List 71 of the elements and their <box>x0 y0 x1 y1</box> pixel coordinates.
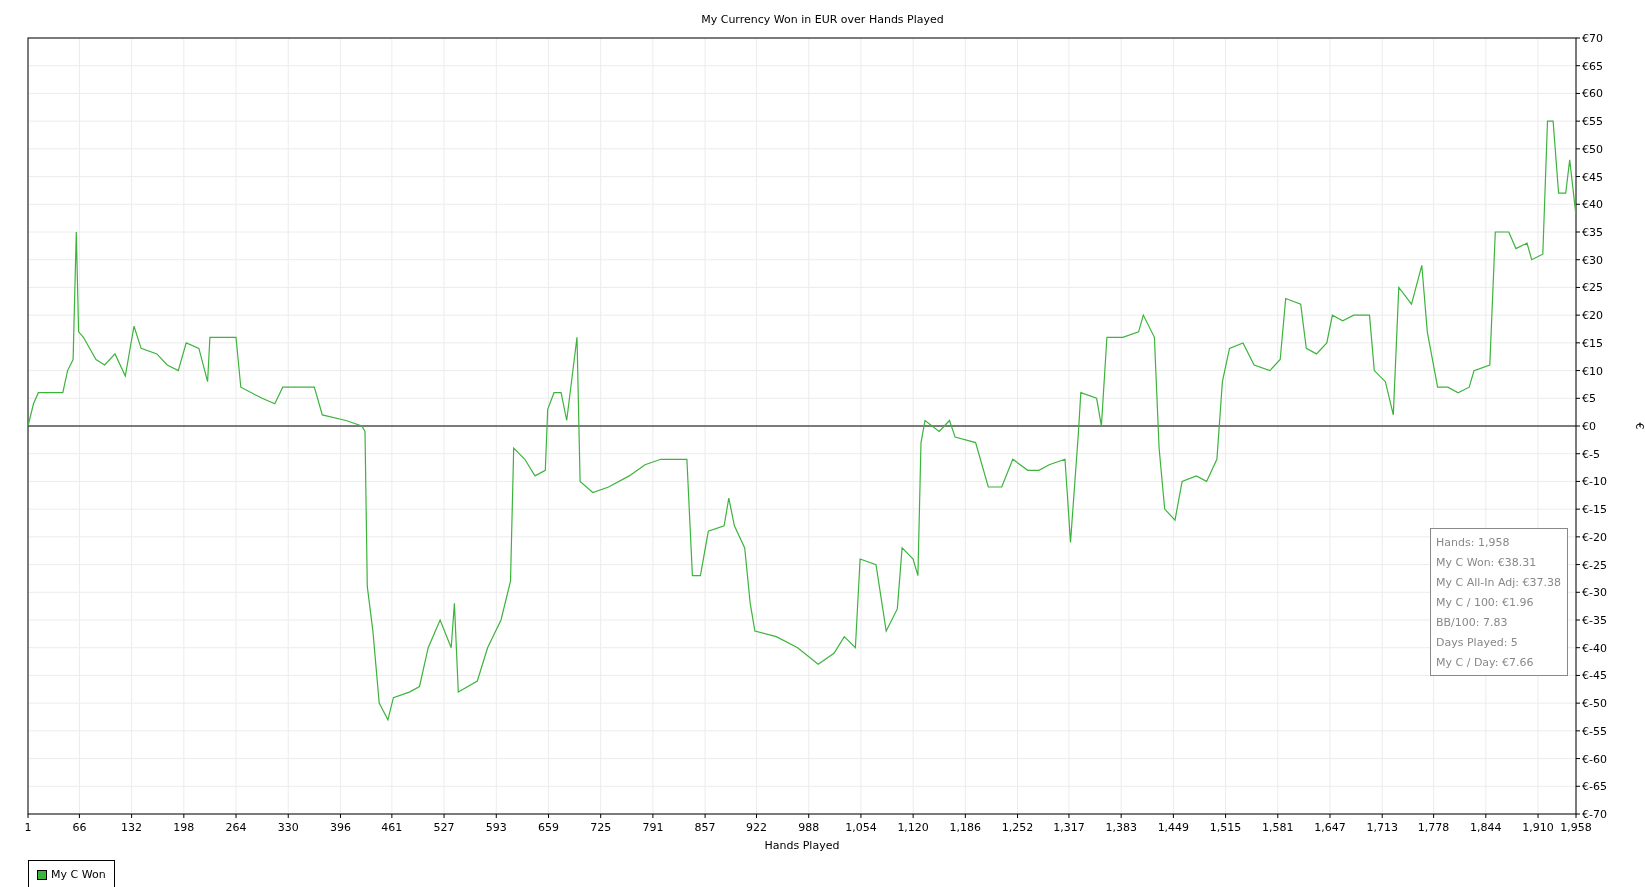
y-axis-tick-label: €-5 <box>1582 447 1600 461</box>
y-axis-tick-label: €-15 <box>1582 503 1607 517</box>
x-axis-tick-label: 659 <box>538 821 559 834</box>
y-axis-tick-label: €-30 <box>1582 586 1607 600</box>
stat-text: My C / 100: €1.96 <box>1436 595 1535 611</box>
x-axis-tick-label: 527 <box>433 821 455 834</box>
y-axis-tick-label: €25 <box>1582 281 1603 295</box>
x-axis-tick-label: 1,317 <box>1053 821 1085 834</box>
stat-text: Hands: 1,958 <box>1436 535 1511 551</box>
stat-text: BB/100: 7.83 <box>1436 615 1509 631</box>
x-axis-tick-label: 198 <box>173 821 195 834</box>
x-axis-tick-label: 988 <box>798 821 820 834</box>
y-axis-tick-label: €60 <box>1582 87 1603 101</box>
x-axis-tick-label: 857 <box>694 821 716 834</box>
y-axis-title: € <box>1633 422 1645 430</box>
y-axis-tick-label: €70 <box>1582 32 1603 45</box>
x-axis-tick-label: 1,252 <box>1001 821 1034 834</box>
x-axis-tick-label: 1,778 <box>1417 821 1450 834</box>
x-axis-tick-label: 593 <box>485 821 507 834</box>
x-axis-tick-label: 725 <box>590 821 612 834</box>
x-axis-tick-label: 1,383 <box>1105 821 1137 834</box>
chart-title: My Currency Won in EUR over Hands Played <box>701 11 944 26</box>
x-axis-title: Hands Played <box>764 839 840 852</box>
x-axis-tick-label: 791 <box>642 821 664 834</box>
y-axis-tick-label: €50 <box>1582 142 1603 156</box>
y-axis-tick-label: €-65 <box>1582 780 1607 794</box>
y-axis-tick-label: €-35 <box>1582 614 1607 627</box>
x-axis-tick-label: 1 <box>24 821 32 834</box>
x-axis-tick-label: 922 <box>746 821 767 834</box>
x-axis-tick-label: 1,515 <box>1209 821 1242 834</box>
x-axis-tick-label: 396 <box>329 821 351 834</box>
stat-text: Days Played: 5 <box>1436 635 1519 651</box>
x-axis-tick-label: 1,120 <box>897 821 929 834</box>
x-axis-tick-label: 1,958 <box>1560 821 1592 834</box>
y-axis-tick-label: €15 <box>1582 336 1603 350</box>
y-axis-tick-label: €-70 <box>1582 808 1607 821</box>
y-axis-tick-label: €35 <box>1582 226 1603 239</box>
y-axis-tick-label: €5 <box>1582 392 1596 406</box>
y-axis-tick-label: €-45 <box>1582 669 1607 683</box>
x-axis-tick-label: 1,449 <box>1157 821 1190 834</box>
x-axis-tick-label: 66 <box>72 821 87 834</box>
x-axis-tick-label: 132 <box>121 821 143 834</box>
y-axis-tick-label: €40 <box>1582 198 1603 212</box>
y-axis-tick-label: €20 <box>1582 309 1603 323</box>
y-axis-tick-label: €-60 <box>1582 752 1607 766</box>
x-axis-tick-label: 1,054 <box>845 821 877 834</box>
x-axis-tick-label: 330 <box>277 821 299 834</box>
stat-text: My C Won: €38.31 <box>1436 555 1538 571</box>
y-axis-tick-label: €10 <box>1582 364 1603 378</box>
stat-text: My C / Day: €7.66 <box>1436 655 1535 671</box>
y-axis-tick-label: €0 <box>1582 420 1596 433</box>
x-axis-tick-label: 1,713 <box>1366 821 1398 834</box>
x-axis-tick-label: 264 <box>225 821 247 834</box>
x-axis-tick-label: 1,647 <box>1314 821 1346 834</box>
y-axis-tick-label: €-40 <box>1582 641 1607 655</box>
x-axis-tick-label: 461 <box>381 821 403 834</box>
stat-text: My C All-In Adj: €37.38 <box>1436 575 1562 591</box>
y-axis-tick-label: €65 <box>1582 59 1603 73</box>
y-axis-tick-label: €55 <box>1582 115 1603 129</box>
x-axis-tick-label: 1,186 <box>949 821 982 834</box>
y-axis-tick-label: €-25 <box>1582 558 1607 572</box>
y-axis-tick-label: €30 <box>1582 253 1603 267</box>
x-axis-tick-label: 1,910 <box>1522 821 1554 834</box>
y-axis-tick-label: €-20 <box>1582 530 1607 544</box>
x-axis-tick-label: 1,844 <box>1470 821 1502 834</box>
y-axis-tick-label: €45 <box>1582 170 1603 184</box>
y-axis-tick-label: €-10 <box>1582 475 1607 489</box>
x-axis-tick-label: 1,581 <box>1262 821 1294 834</box>
legend-label: My C Won <box>51 868 106 881</box>
y-axis-tick-label: €-55 <box>1582 724 1607 738</box>
y-axis-tick-label: €-50 <box>1582 697 1607 711</box>
